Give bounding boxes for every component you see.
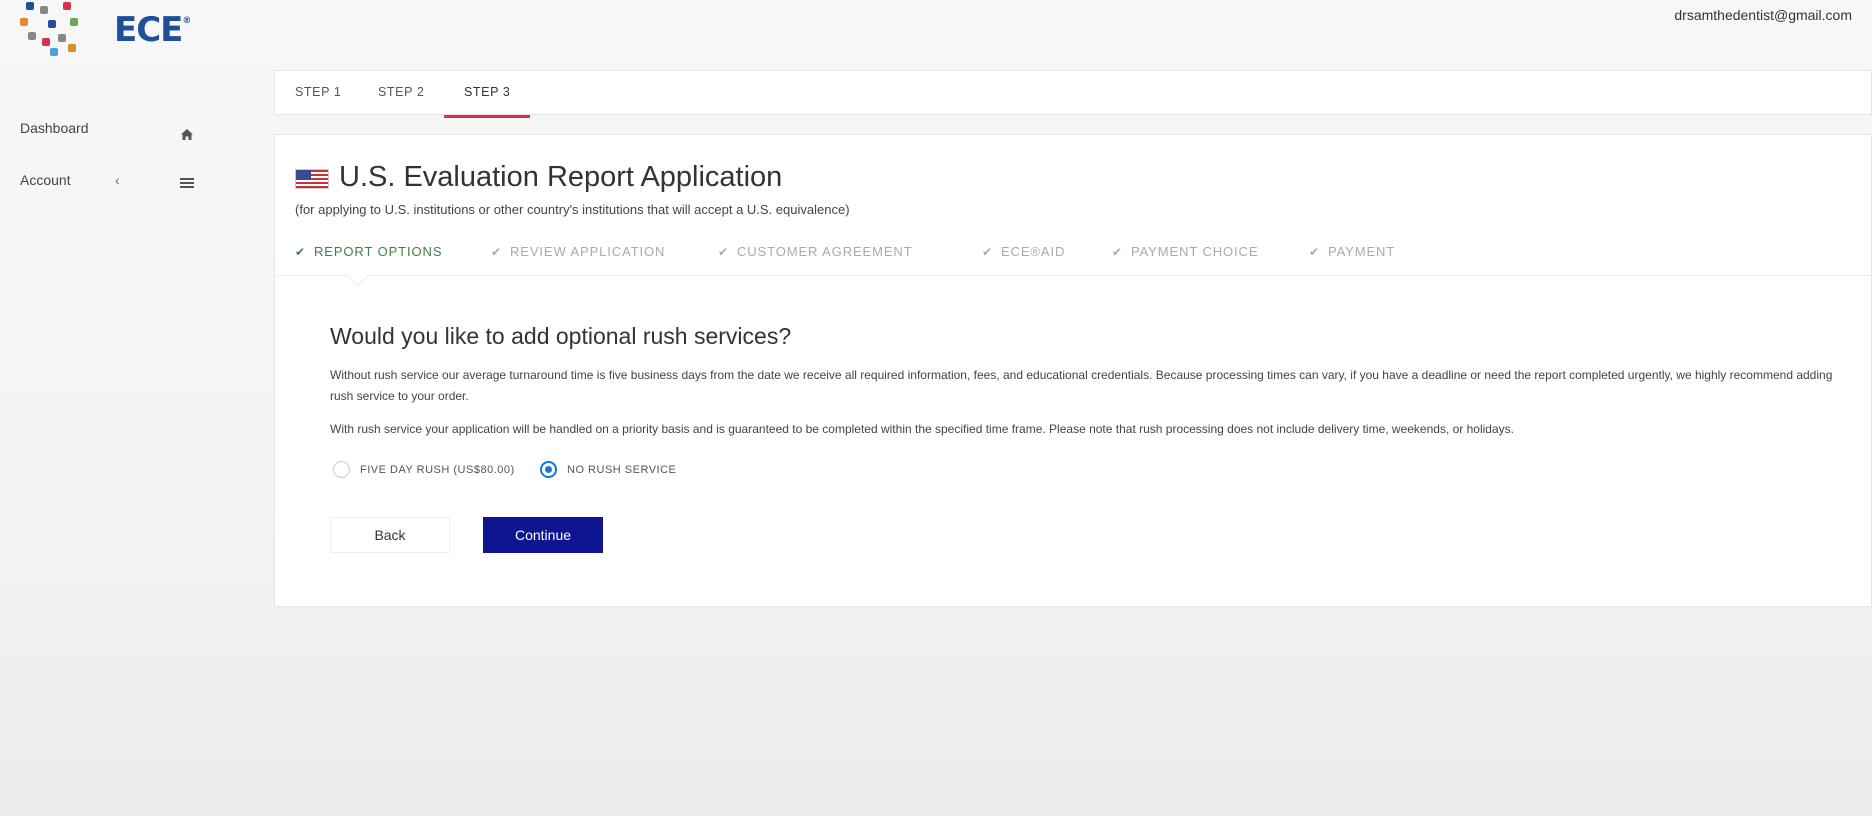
progress-ece-aid[interactable]: ✔ ECE®AID [982,244,1065,259]
rush-question: Would you like to add optional rush serv… [330,323,792,349]
sidebar-item-account[interactable]: Account ‹ [20,172,210,202]
check-icon: ✔ [295,245,306,259]
check-icon: ✔ [718,245,729,259]
sidebar-item-label: Dashboard [20,120,89,136]
chevron-left-icon: ‹ [115,172,120,188]
check-icon: ✔ [982,245,993,259]
progress-divider [275,275,1872,276]
progress-payment[interactable]: ✔ PAYMENT [1309,244,1395,259]
home-icon [180,128,194,144]
logo-text: ECE® [114,10,191,50]
tab-step-2[interactable]: STEP 2 [378,85,424,99]
progress-report-options[interactable]: ✔ REPORT OPTIONS [295,244,442,259]
rush-description-2: With rush service your application will … [330,422,1514,436]
radio-five-day-rush[interactable]: FIVE DAY RUSH (US$80.00) [333,461,515,478]
logo-mark-icon [18,0,90,62]
tab-step-1[interactable]: STEP 1 [295,85,341,99]
application-card: U.S. Evaluation Report Application (for … [274,134,1872,607]
user-email[interactable]: drsamthedentist@gmail.com [1674,7,1852,23]
sidebar-item-dashboard[interactable]: Dashboard [20,120,210,150]
radio-checked-icon[interactable] [540,461,557,478]
menu-icon [180,176,194,192]
sidebar: Dashboard Account ‹ [0,60,236,816]
us-flag-icon [295,169,329,189]
continue-button[interactable]: Continue [483,517,603,553]
check-icon: ✔ [491,245,502,259]
progress-payment-choice[interactable]: ✔ PAYMENT CHOICE [1112,244,1258,259]
check-icon: ✔ [1309,245,1320,259]
page-subtitle: (for applying to U.S. institutions or ot… [295,202,850,217]
rush-description-1: Without rush service our average turnaro… [330,368,1833,403]
radio-unchecked-icon[interactable] [333,461,350,478]
step-tabs: STEP 1 STEP 2 STEP 3 [274,70,1872,118]
progress-review-application[interactable]: ✔ REVIEW APPLICATION [491,244,665,259]
tab-step-3[interactable]: STEP 3 [464,85,510,99]
back-button[interactable]: Back [330,517,450,553]
active-step-pointer [346,263,370,287]
sidebar-item-label: Account [20,172,71,188]
active-tab-indicator [444,115,530,118]
progress-customer-agreement[interactable]: ✔ CUSTOMER AGREEMENT [718,244,913,259]
application-progress: ✔ REPORT OPTIONS ✔ REVIEW APPLICATION ✔ CUS… [295,244,1855,264]
check-icon: ✔ [1112,245,1123,259]
top-bar: ECE® drsamthedentist@gmail.com [0,0,1872,60]
page-title: U.S. Evaluation Report Application [339,161,783,193]
radio-no-rush-service[interactable]: NO RUSH SERVICE [540,461,676,478]
ece-logo[interactable]: ECE® [18,0,191,62]
